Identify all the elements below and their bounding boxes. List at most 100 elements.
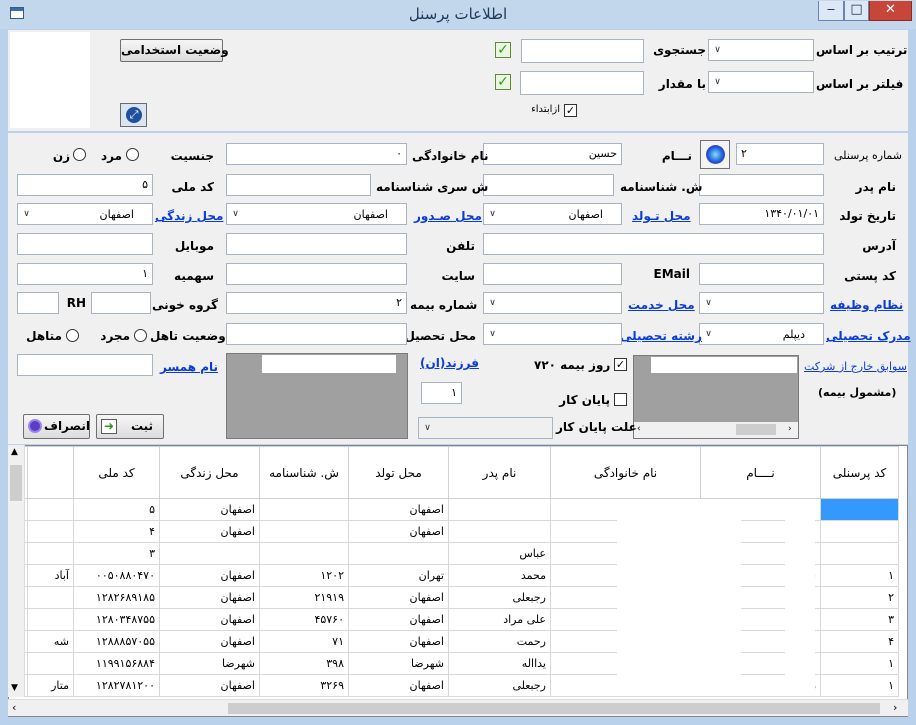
table-cell[interactable]: ۵: [73, 498, 160, 521]
table-row[interactable]: ۱۲۸۰۳۴۸۷۵۵اصفهان۴۵۷۶۰اصفهانعلی مرادی۳: [9, 608, 899, 631]
table-row[interactable]: ۵اصفهاناصفهان۰۰: [9, 498, 899, 521]
male-radio[interactable]: [126, 148, 139, 161]
duty-combo[interactable]: ∨: [699, 292, 824, 314]
table-cell[interactable]: [159, 542, 260, 565]
lookup-button[interactable]: [700, 140, 730, 169]
table-row[interactable]: ۱۱۹۹۱۵۶۸۸۴ شهرضا ۳۹۸ شهرضا یدااله ۱: [9, 652, 899, 675]
service-place-link[interactable]: محل خدمت: [628, 298, 695, 312]
last-name-field[interactable]: ۰: [226, 143, 407, 165]
table-row[interactable]: متار۱۲۸۲۷۸۱۲۰۰اصفهان۳۲۶۹اصفهانرجبعلیرضا۱: [9, 674, 899, 697]
grid-column-header[interactable]: کد ملی: [73, 446, 160, 499]
table-cell[interactable]: [448, 498, 551, 521]
table-cell[interactable]: ۱۱۹۹۱۵۶۸۸۴: [73, 652, 160, 675]
list-row[interactable]: [261, 354, 397, 374]
grid-hscrollbar[interactable]: ‹ ›: [8, 699, 908, 716]
table-cell[interactable]: ۱۲۸۰۳۴۸۷۵۵: [73, 608, 160, 631]
fullscreen-button[interactable]: ⤢: [120, 103, 147, 127]
minimize-button[interactable]: ‒: [818, 1, 844, 21]
table-cell[interactable]: تهران: [348, 564, 449, 587]
grid-column-header[interactable]: کد پرسنلی: [820, 446, 899, 499]
table-cell[interactable]: اصفهان: [159, 674, 260, 697]
grid-column-header[interactable]: نــــام: [700, 446, 821, 499]
id-serial-field[interactable]: [226, 174, 371, 196]
scroll-thumb[interactable]: [736, 424, 776, 435]
table-cell[interactable]: [820, 520, 899, 543]
list-hscrollbar[interactable]: ‹ ›: [634, 422, 798, 438]
grid-vscrollbar[interactable]: ▲ ▼: [8, 445, 25, 697]
table-cell[interactable]: علی مراد: [448, 608, 551, 631]
grid-column-header[interactable]: محل تولد: [348, 446, 449, 499]
list-row[interactable]: [650, 356, 798, 374]
table-cell[interactable]: ۴۵۷۶۰: [259, 608, 349, 631]
table-cell[interactable]: ۴: [820, 630, 899, 653]
from-start-checkbox[interactable]: ✓: [564, 104, 577, 117]
table-cell[interactable]: ۷۱: [259, 630, 349, 653]
rh-field[interactable]: [17, 292, 59, 314]
table-cell[interactable]: اصفهان: [159, 520, 260, 543]
table-cell[interactable]: ۱۲۸۲۷۸۱۲۰۰: [73, 674, 160, 697]
table-cell[interactable]: ۱۲۰۲: [259, 564, 349, 587]
table-cell[interactable]: ۴: [73, 520, 160, 543]
vscroll-thumb[interactable]: [10, 465, 22, 501]
table-cell[interactable]: [259, 498, 349, 521]
table-cell[interactable]: اصفهان: [159, 498, 260, 521]
personnel-no-field[interactable]: ۲: [736, 143, 824, 165]
field-link[interactable]: رشته تحصیلی: [620, 329, 702, 343]
table-cell[interactable]: [820, 498, 899, 521]
table-cell[interactable]: [820, 542, 899, 565]
table-cell[interactable]: [259, 520, 349, 543]
table-cell[interactable]: اصفهان: [348, 498, 449, 521]
first-name-field[interactable]: حسین: [483, 143, 622, 165]
end-reason-combo[interactable]: ∨: [418, 417, 553, 439]
table-cell[interactable]: [27, 498, 74, 521]
table-cell[interactable]: اصفهان: [348, 674, 449, 697]
table-cell[interactable]: [27, 652, 74, 675]
living-place-link[interactable]: محل زندگی: [155, 209, 223, 223]
issue-place-combo[interactable]: اصفهان ∨: [226, 203, 407, 225]
degree-link[interactable]: مدرک تحصیلی: [826, 329, 911, 343]
table-cell[interactable]: ۳۲۶۹: [259, 674, 349, 697]
phone-field[interactable]: [226, 233, 407, 255]
table-cell[interactable]: [27, 542, 74, 565]
service-place-combo[interactable]: ∨: [483, 292, 622, 314]
table-cell[interactable]: یدااله: [448, 652, 551, 675]
blood-group-field[interactable]: [91, 292, 151, 314]
filter-combo[interactable]: ∨: [708, 71, 814, 93]
table-cell[interactable]: [27, 586, 74, 609]
children-list[interactable]: [226, 353, 408, 439]
birth-place-link[interactable]: محل تـولد: [632, 209, 691, 223]
table-cell[interactable]: اصفهان: [348, 630, 449, 653]
maximize-button[interactable]: □: [844, 1, 869, 21]
search-input[interactable]: [521, 39, 644, 63]
female-radio[interactable]: [73, 148, 86, 161]
quota-field[interactable]: ۱: [17, 263, 153, 285]
table-cell[interactable]: ۳: [73, 542, 160, 565]
table-cell[interactable]: شهرضا: [159, 652, 260, 675]
table-cell[interactable]: [259, 542, 349, 565]
cancel-button[interactable]: انصراف: [23, 414, 90, 439]
national-code-field[interactable]: ۵: [17, 174, 153, 196]
insurance-no-field[interactable]: ۲: [226, 292, 407, 314]
grid-column-header[interactable]: محل زندگی: [159, 446, 260, 499]
table-cell[interactable]: متار: [27, 674, 74, 697]
personnel-grid[interactable]: کد ملی محل زندگی ش. شناسنامه محل تولد نام پد…: [8, 445, 908, 717]
table-cell[interactable]: ۳: [820, 608, 899, 631]
id-no-field[interactable]: [483, 174, 614, 196]
birth-place-combo[interactable]: اصفهان ∨: [483, 203, 622, 225]
table-cell[interactable]: [27, 608, 74, 631]
children-field[interactable]: ۱: [421, 382, 462, 404]
study-place-field[interactable]: [226, 323, 407, 345]
sort-combo[interactable]: ∨: [708, 39, 814, 61]
table-cell[interactable]: اصفهان: [159, 564, 260, 587]
degree-combo[interactable]: دیپلم ∨: [699, 323, 824, 345]
table-cell[interactable]: ۳۹۸: [259, 652, 349, 675]
search-ok-icon[interactable]: ✓: [495, 42, 511, 58]
table-cell[interactable]: [348, 542, 449, 565]
table-cell[interactable]: ۲۱۹۱۹: [259, 586, 349, 609]
address-field[interactable]: [483, 233, 824, 255]
table-cell[interactable]: آباد: [27, 564, 74, 587]
postal-field[interactable]: [699, 263, 824, 285]
save-button[interactable]: ➜ ثبت: [96, 414, 164, 439]
table-cell[interactable]: عباس: [448, 542, 551, 565]
duty-link[interactable]: نظام وظیفه: [830, 298, 903, 312]
